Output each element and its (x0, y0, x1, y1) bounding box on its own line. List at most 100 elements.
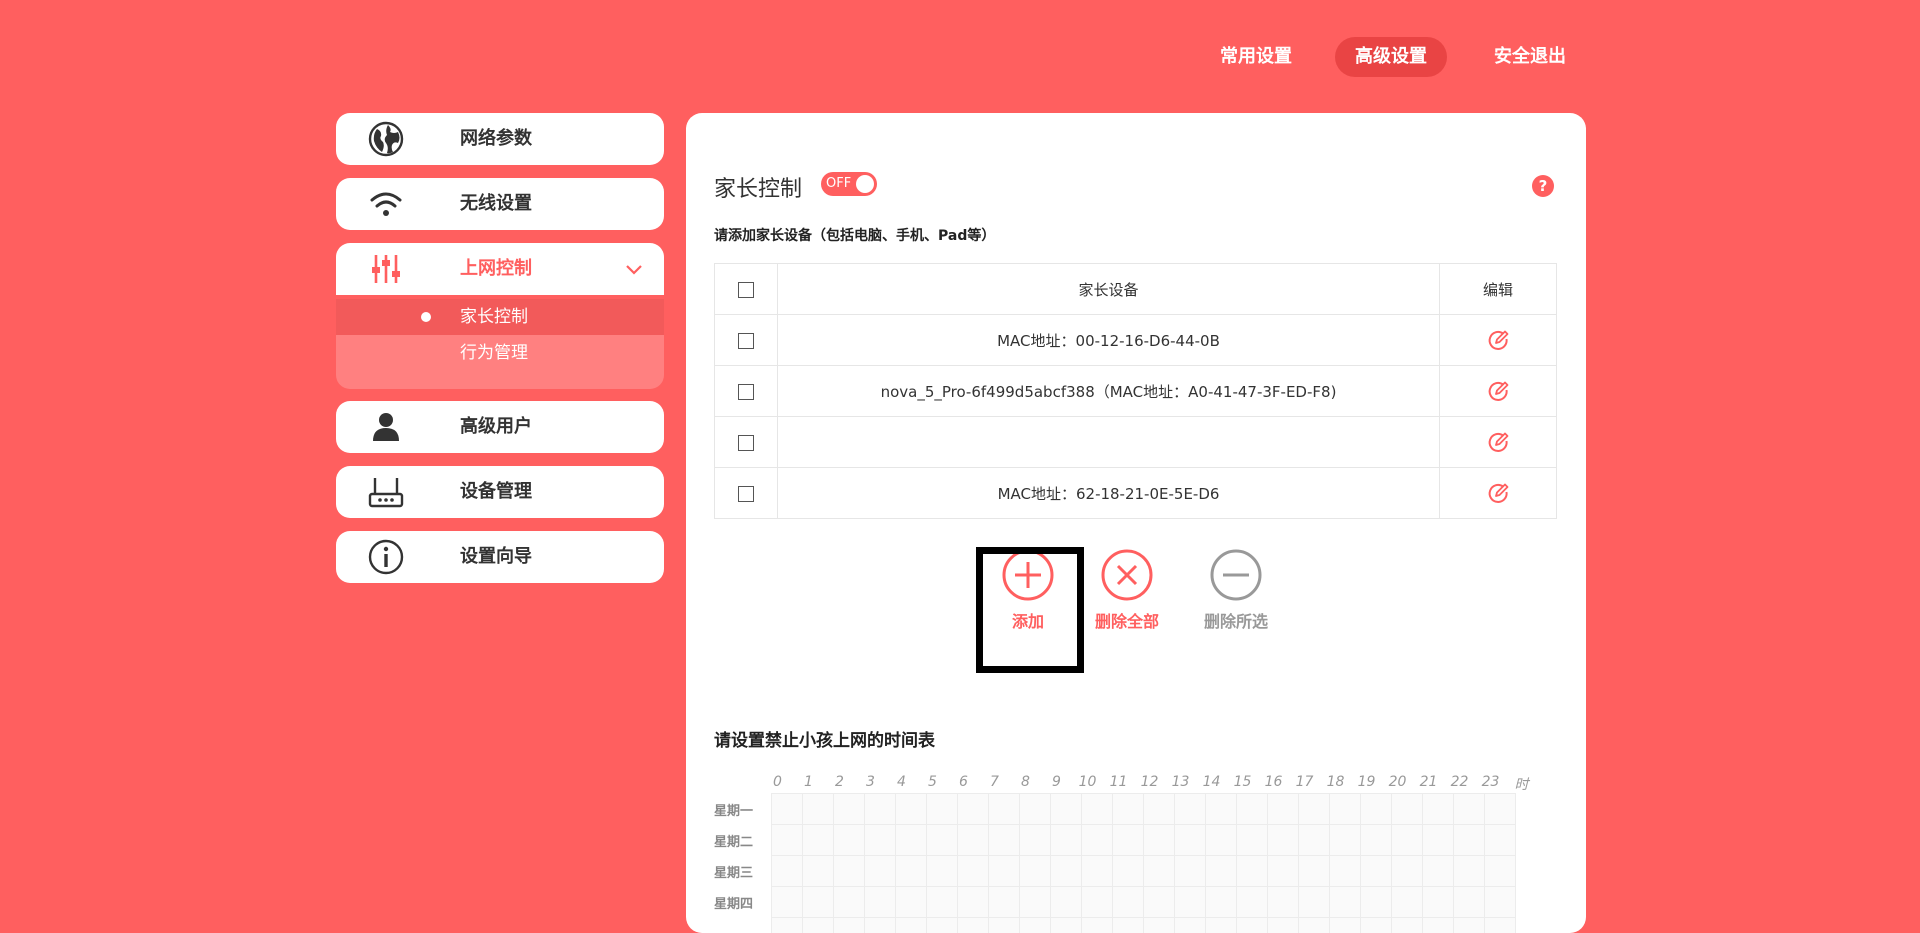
x-circle-icon (1101, 549, 1153, 601)
edit-cell (1439, 467, 1557, 519)
sidebar-item-label: 高级用户 (460, 416, 532, 437)
toggle-label: OFF (826, 176, 852, 191)
schedule-hour-label: 8 (1021, 774, 1030, 790)
sidebar-item-network-params[interactable]: 网络参数 (336, 113, 664, 165)
submenu-item-label: 家长控制 (460, 307, 528, 327)
toggle-knob (856, 175, 874, 193)
globe-icon (368, 121, 404, 157)
schedule-hour-label: 12 (1140, 774, 1159, 790)
sidebar-item-label: 无线设置 (460, 193, 532, 214)
edit-icon[interactable] (1487, 431, 1509, 453)
sidebar-item-label: 设置向导 (460, 546, 532, 567)
schedule-hour-label: 7 (990, 774, 999, 790)
schedule-hour-label: 15 (1233, 774, 1252, 790)
sidebar-item-advanced-user[interactable]: 高级用户 (336, 401, 664, 453)
delete-all-label: 删除全部 (1094, 612, 1159, 631)
minus-circle-icon (1210, 549, 1262, 601)
row-checkbox-cell (714, 365, 778, 417)
header-edit: 编辑 (1439, 263, 1557, 315)
schedule-title: 请设置禁止小孩上网的时间表 (714, 731, 935, 751)
schedule-hour-label: 3 (866, 774, 875, 790)
schedule-hour-label: 1 (804, 774, 813, 790)
row-checkbox[interactable] (738, 332, 754, 349)
parent-devices-table: 家长设备 编辑 MAC地址：00-12-16-D6-44-0B nova_5_P… (714, 263, 1557, 519)
schedule-hour-label: 9 (1052, 774, 1061, 790)
schedule-hour-label: 16 (1264, 774, 1283, 790)
router-icon (368, 478, 404, 508)
edit-cell (1439, 365, 1557, 417)
delete-selected-label: 删除所选 (1203, 612, 1268, 631)
submenu-item-parental-control[interactable]: 家长控制 (336, 299, 664, 335)
device-cell: MAC地址：62-18-21-0E-5E-D6 (777, 467, 1440, 519)
schedule-hour-label: 4 (897, 774, 906, 790)
submenu-item-behavior-management[interactable]: 行为管理 (336, 335, 664, 371)
sidebar-item-device-management[interactable]: 设备管理 (336, 466, 664, 518)
schedule-hour-label: 17 (1295, 774, 1314, 790)
row-checkbox-cell (714, 467, 778, 519)
schedule-day-label: 星期四 (714, 897, 754, 912)
help-icon[interactable]: ? (1532, 175, 1554, 197)
select-all-checkbox[interactable] (738, 281, 754, 298)
schedule-hour-label: 23 (1481, 774, 1500, 790)
highlight-box (976, 547, 1084, 673)
active-dot-icon (421, 312, 431, 322)
table-row: MAC地址：00-12-16-D6-44-0B (714, 314, 1557, 366)
schedule-hour-label: 5 (928, 774, 937, 790)
edit-icon[interactable] (1487, 380, 1509, 402)
schedule-hour-label: 10 (1078, 774, 1097, 790)
info-icon (368, 539, 404, 575)
schedule-hour-label: 0 (773, 774, 782, 790)
schedule-hour-label: 18 (1326, 774, 1345, 790)
page-title: 家长控制 (714, 177, 803, 202)
delete-selected-button[interactable]: 删除所选 (1186, 548, 1286, 632)
edit-icon[interactable] (1487, 482, 1509, 504)
nav-advanced-settings[interactable]: 高级设置 (1335, 37, 1447, 77)
schedule-day-label: 星期一 (714, 804, 754, 819)
sidebar-submenu: 家长控制 行为管理 (336, 299, 664, 389)
schedule-day-label: 星期三 (714, 866, 754, 881)
sliders-icon (372, 255, 400, 283)
schedule-hour-label: 20 (1388, 774, 1407, 790)
schedule-grid[interactable] (771, 793, 1516, 933)
submenu-item-label: 行为管理 (460, 343, 528, 363)
row-checkbox[interactable] (738, 485, 754, 502)
schedule-hour-label: 时 (1514, 777, 1529, 793)
device-cell: MAC地址：00-12-16-D6-44-0B (777, 314, 1440, 366)
sidebar-item-setup-wizard[interactable]: 设置向导 (336, 531, 664, 583)
parental-control-toggle[interactable]: OFF (821, 172, 877, 196)
device-actions: 添加 删除全部 删除所选 (686, 548, 1586, 668)
table-header-row: 家长设备 编辑 (714, 263, 1557, 315)
device-cell (777, 416, 1440, 468)
chevron-down-icon[interactable] (624, 260, 644, 280)
sidebar-item-internet-control[interactable]: 上网控制 (336, 243, 664, 295)
top-nav: 常用设置 高级设置 安全退出 (0, 37, 1920, 77)
nav-common-settings[interactable]: 常用设置 (1200, 37, 1312, 77)
table-row: nova_5_Pro-6f499d5abcf388（MAC地址：A0-41-47… (714, 365, 1557, 417)
schedule-hour-label: 21 (1419, 774, 1438, 790)
header-checkbox-cell (714, 263, 778, 315)
schedule-hour-label: 19 (1357, 774, 1376, 790)
schedule-hour-label: 13 (1171, 774, 1190, 790)
schedule-hour-label: 22 (1450, 774, 1469, 790)
main-panel: 家长控制 OFF ? 请添加家长设备（包括电脑、手机、Pad等） 家长设备 编辑… (686, 113, 1586, 933)
row-checkbox-cell (714, 314, 778, 366)
header-device: 家长设备 (777, 263, 1440, 315)
schedule-hour-label: 14 (1202, 774, 1221, 790)
sidebar-item-wireless[interactable]: 无线设置 (336, 178, 664, 230)
schedule-hour-label: 2 (835, 774, 844, 790)
schedule-day-label: 星期二 (714, 835, 754, 850)
edit-icon[interactable] (1487, 329, 1509, 351)
row-checkbox[interactable] (738, 434, 754, 451)
section-subtitle: 请添加家长设备（包括电脑、手机、Pad等） (714, 228, 996, 244)
nav-safe-exit[interactable]: 安全退出 (1474, 37, 1586, 77)
sidebar-item-label: 网络参数 (460, 128, 532, 149)
sidebar-item-label: 上网控制 (460, 258, 532, 279)
row-checkbox[interactable] (738, 383, 754, 400)
sidebar-item-label: 设备管理 (460, 481, 532, 502)
schedule-hour-label: 6 (959, 774, 968, 790)
user-icon (373, 413, 399, 441)
edit-cell (1439, 314, 1557, 366)
schedule-hour-label: 11 (1109, 774, 1128, 790)
table-row (714, 416, 1557, 468)
delete-all-button[interactable]: 删除全部 (1077, 548, 1177, 632)
